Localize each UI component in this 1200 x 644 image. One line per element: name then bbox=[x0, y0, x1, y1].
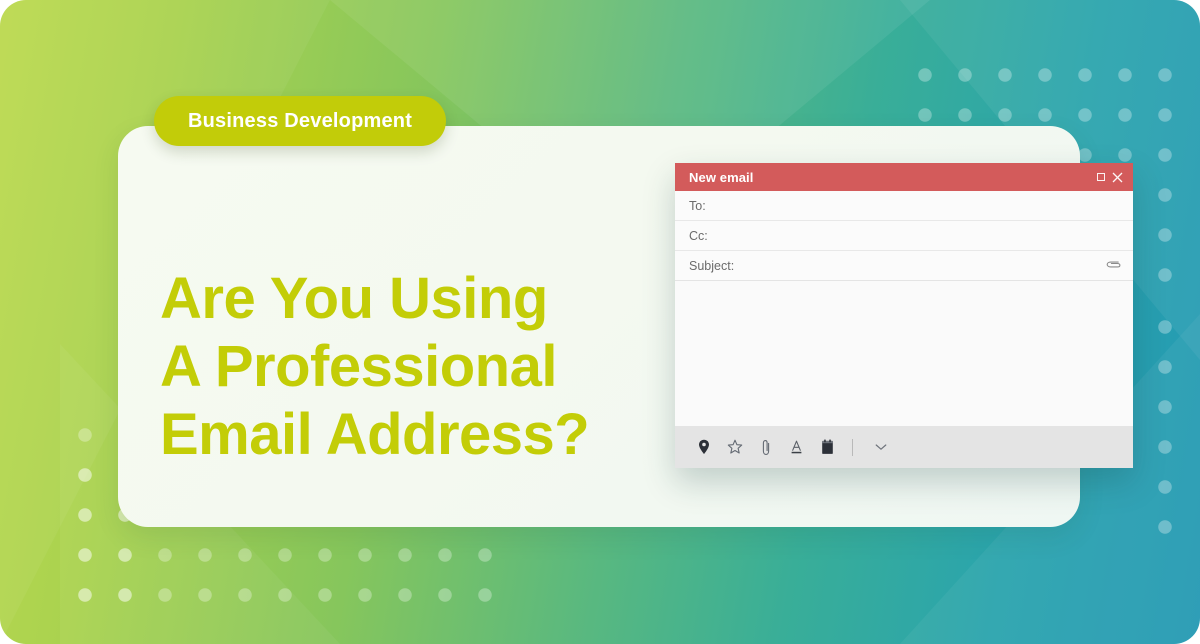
subject-input[interactable] bbox=[734, 251, 1119, 280]
window-controls bbox=[1090, 172, 1123, 183]
cc-input[interactable] bbox=[708, 221, 1119, 250]
cc-field-label: Cc: bbox=[689, 228, 708, 243]
category-badge-label: Business Development bbox=[188, 109, 413, 132]
page-title-line-2: A Professional bbox=[160, 333, 557, 399]
maximize-icon[interactable] bbox=[1097, 173, 1105, 181]
poster-canvas: Business Development Are You Using A Pro… bbox=[0, 0, 1200, 644]
toolbar-separator bbox=[852, 438, 853, 456]
to-field-row[interactable]: To: bbox=[675, 191, 1133, 221]
star-icon[interactable] bbox=[726, 439, 743, 456]
subject-field-row[interactable]: Subject: bbox=[675, 251, 1133, 281]
category-badge: Business Development bbox=[154, 96, 447, 146]
to-input[interactable] bbox=[706, 191, 1119, 220]
to-field-label: To: bbox=[689, 198, 706, 213]
email-header-fields: To: Cc: Subject: bbox=[675, 191, 1133, 281]
chevron-down-icon[interactable] bbox=[873, 439, 889, 455]
location-pin-icon[interactable] bbox=[695, 439, 712, 456]
subject-field-label: Subject: bbox=[689, 258, 735, 273]
email-compose-toolbar bbox=[675, 426, 1133, 468]
page-title-line-3: Email Address? bbox=[160, 401, 590, 467]
page-title-line-1: Are You Using bbox=[160, 265, 548, 331]
email-window-title: New email bbox=[689, 169, 754, 185]
new-email-window: New email To: Cc: Subject: bbox=[675, 163, 1133, 468]
paperclip-icon[interactable] bbox=[757, 439, 774, 456]
cc-field-row[interactable]: Cc: bbox=[675, 221, 1133, 251]
email-body-editor[interactable] bbox=[675, 281, 1133, 426]
paperclip-icon[interactable] bbox=[1105, 257, 1121, 275]
text-color-icon[interactable] bbox=[788, 439, 805, 456]
email-window-titlebar[interactable]: New email bbox=[675, 163, 1133, 191]
close-icon[interactable] bbox=[1112, 172, 1123, 183]
notebook-icon[interactable] bbox=[819, 439, 836, 456]
page-title: Are You Using A Professional Email Addre… bbox=[160, 265, 660, 469]
dot-pattern-right bbox=[1138, 300, 1198, 550]
